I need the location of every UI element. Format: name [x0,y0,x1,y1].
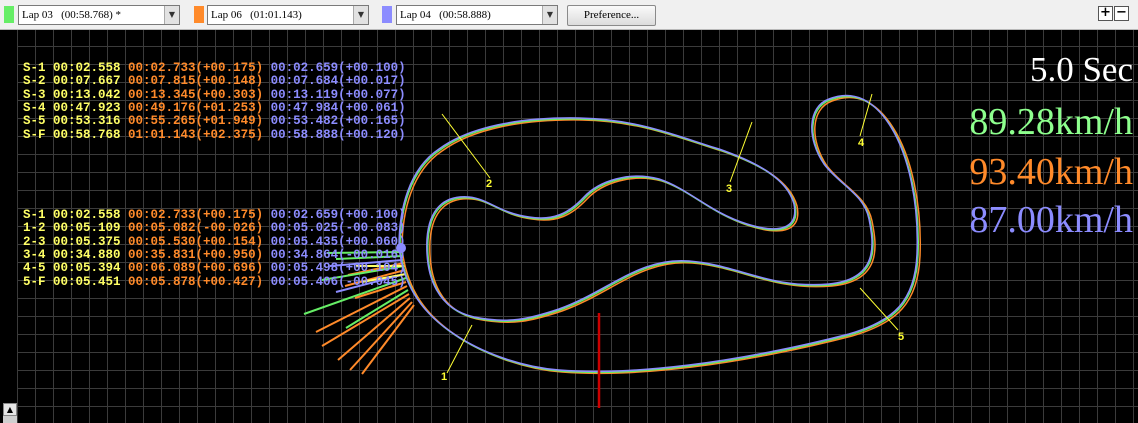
time-cell: S-2 00:07.667 [23,74,121,89]
sector-label: 4 [858,137,865,149]
time-row: S-1 00:02.558 00:02.733(+00.175) 00:02.6… [23,60,406,75]
track-view[interactable]: ▲ 1 2 3 4 5 S-1 00:02.558 00:02.733(+00.… [0,30,1138,423]
sector-label: 5 [898,331,904,343]
time-cell: 00:35.831(+00.950) [128,247,264,262]
time-cell: 00:02.733(+00.175) [128,207,264,222]
time-cell: 00:49.176(+01.253) [128,100,264,115]
preference-button[interactable]: Preference... [567,5,656,26]
chevron-down-icon[interactable]: ▼ [164,6,179,24]
lap-b-trace [401,96,922,375]
time-cell: 00:05.082(-00.026) [128,221,264,236]
zoom-in-button[interactable]: + [1098,6,1113,21]
time-row: 3-4 00:34.880 00:35.831(+00.950) 00:34.8… [23,247,406,262]
zoom-out-button[interactable]: − [1114,6,1129,21]
time-cell: 3-4 00:34.880 [23,247,121,262]
lap-times-table: S-1 00:02.558 00:02.733(+00.175) 00:02.6… [23,35,406,316]
time-cell: 00:47.984(+00.061) [270,100,406,115]
time-cell: 00:02.659(+00.100) [270,207,406,222]
speed-lap-c: 87.00km/h [969,199,1133,241]
sector-label: 3 [726,183,732,195]
lap-a-color-swatch [4,6,14,23]
lap-traces [398,94,922,375]
time-cell: 00:05.530(+00.154) [128,234,264,249]
time-cell: 00:02.659(+00.100) [270,60,406,75]
sector-3-marker [729,121,753,183]
time-cell: 4-5 00:05.394 [23,261,121,276]
time-cell: 00:06.089(+00.696) [128,261,264,276]
lap-c-color-swatch [382,6,392,23]
lap-a-trace [399,95,920,374]
section-times: S-1 00:02.558 00:02.733(+00.175) 00:02.6… [23,60,406,142]
time-cell: 2-3 00:05.375 [23,234,121,249]
lap-c-select-value: Lap 04 (00:58.888) [400,9,491,21]
time-row: S-F 00:58.768 01:01.143(+02.375) 00:58.8… [23,127,406,142]
time-cell: S-5 00:53.316 [23,114,121,129]
time-row: S-3 00:13.042 00:13.345(+00.303) 00:13.1… [23,87,406,102]
time-cell: 00:05.406(-00.045) [270,274,406,289]
time-cell: 00:05.498(+00.104) [270,261,406,276]
time-row: S-1 00:02.558 00:02.733(+00.175) 00:02.6… [23,207,406,222]
time-cell: 00:05.025(-00.083) [270,221,406,236]
time-cell: 1-2 00:05.109 [23,221,121,236]
sector-label: 1 [441,371,447,383]
lap-b-select-value: Lap 06 (01:01.143) [211,9,302,21]
time-row: S-2 00:07.667 00:07.815(+00.148) 00:07.6… [23,75,406,88]
time-cell: 00:02.733(+00.175) [128,60,264,75]
time-cell: S-3 00:13.042 [23,87,121,102]
lap-a-select-value: Lap 03 (00:58.768) * [22,9,121,21]
split-times: S-1 00:02.558 00:02.733(+00.175) 00:02.6… [23,207,406,289]
time-row: 5-F 00:05.451 00:05.878(+00.427) 00:05.4… [23,274,406,289]
time-cell: 00:58.888(+00.120) [270,127,406,142]
lap-b-color-swatch [194,6,204,23]
chevron-down-icon[interactable]: ▼ [542,6,557,24]
lap-b-select[interactable]: Lap 06 (01:01.143) ▼ [207,5,369,25]
time-display: 5.0 Sec [1029,50,1133,89]
time-cell: 00:13.345(+00.303) [128,87,264,102]
time-cell: 00:05.435(+00.060) [270,234,406,249]
time-row: 2-3 00:05.375 00:05.530(+00.154) 00:05.4… [23,234,406,249]
time-cell: S-F 00:58.768 [23,127,121,142]
lap-a-select[interactable]: Lap 03 (00:58.768) * ▼ [18,5,180,25]
time-cell: 00:53.482(+00.165) [270,114,406,129]
time-row: S-4 00:47.923 00:49.176(+01.253) 00:47.9… [23,100,406,115]
time-cell: 00:55.265(+01.949) [128,114,264,129]
lap-c-select[interactable]: Lap 04 (00:58.888) ▼ [396,5,558,25]
time-cell: 00:13.119(+00.077) [270,87,406,102]
sector-label: 2 [486,178,492,190]
time-cell: 01:01.143(+02.375) [128,127,264,142]
time-row: 4-5 00:05.394 00:06.089(+00.696) 00:05.4… [23,262,406,275]
time-cell: 00:05.878(+00.427) [128,274,264,289]
speed-lap-a: 89.28km/h [969,101,1133,143]
time-cell: 00:07.684(+00.017) [270,74,406,89]
time-cell: S-4 00:47.923 [23,100,121,115]
time-row: 1-2 00:05.109 00:05.082(-00.026) 00:05.0… [23,221,406,236]
toolbar: Lap 03 (00:58.768) * ▼ Lap 06 (01:01.143… [0,0,1138,30]
time-cell: 00:34.864(-00.016) [270,247,406,262]
sector-markers [441,93,899,374]
time-cell: S-1 00:02.558 [23,60,121,75]
time-cell: 5-F 00:05.451 [23,274,121,289]
time-cell: S-1 00:02.558 [23,207,121,222]
lap-c-trace [398,94,919,373]
chevron-down-icon[interactable]: ▼ [353,6,368,24]
time-row: S-5 00:53.316 00:55.265(+01.949) 00:53.4… [23,115,406,128]
time-cell: 00:07.815(+00.148) [128,74,264,89]
speed-lap-b: 93.40km/h [969,151,1133,193]
